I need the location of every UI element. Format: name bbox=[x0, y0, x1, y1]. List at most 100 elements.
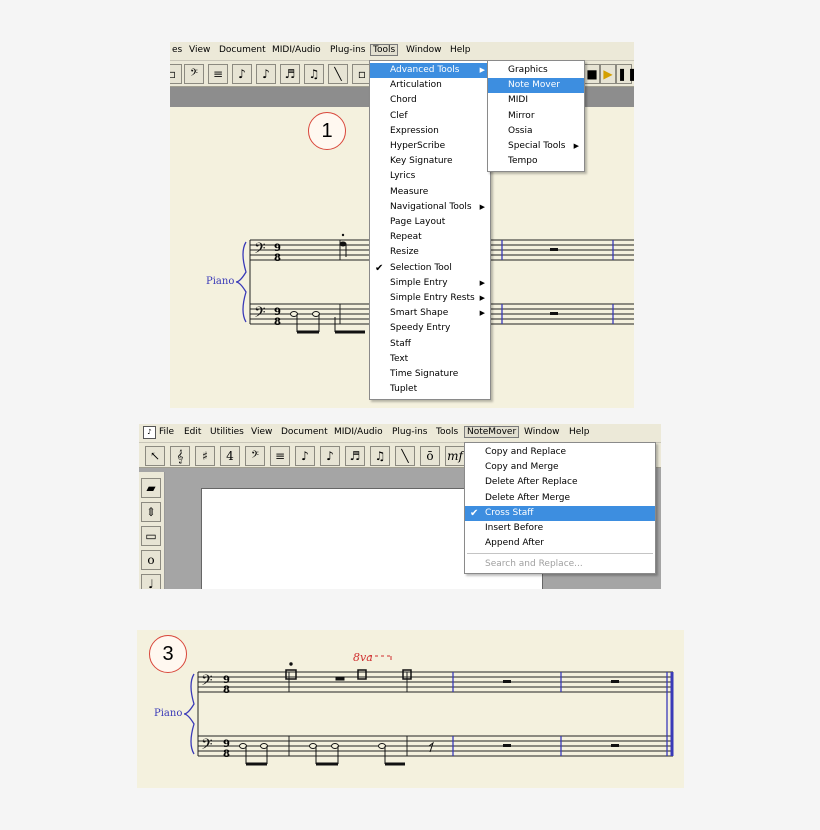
menu-item-chord[interactable]: Chord bbox=[370, 93, 490, 108]
smart-shape-icon[interactable]: ╲ bbox=[395, 446, 415, 466]
menu-item-label: Special Tools bbox=[508, 141, 566, 151]
menu-item-clef[interactable]: Clef bbox=[370, 109, 490, 124]
menu-item-label: Clef bbox=[390, 110, 408, 121]
menu-item-label: Tuplet bbox=[390, 384, 418, 395]
menu-item-cross-staff[interactable]: Cross Staff ✔ bbox=[465, 505, 655, 521]
menu-item-label: Note Mover bbox=[508, 80, 561, 91]
checkmark-icon: ✔ bbox=[470, 507, 479, 519]
menu-item-speedy-entry[interactable]: Speedy Entry bbox=[370, 321, 490, 336]
selection-tool-icon[interactable]: ↖ bbox=[145, 446, 165, 466]
menu-item-measure[interactable]: Measure bbox=[370, 185, 490, 200]
menu-item-label: Page Layout bbox=[390, 217, 446, 227]
menu-item-label: Navigational Tools bbox=[390, 201, 472, 212]
menu-item-advanced-tools[interactable]: Advanced Tools ▶ bbox=[370, 63, 490, 78]
stepper-icon[interactable]: ⇕ bbox=[141, 502, 161, 522]
eraser-icon[interactable]: ▰ bbox=[141, 478, 161, 498]
menu-help[interactable]: Help bbox=[569, 427, 590, 437]
menu-item-repeat[interactable]: Repeat bbox=[370, 230, 490, 245]
menu-item-label: Time Signature bbox=[390, 369, 459, 379]
app-icon: ♪ bbox=[143, 426, 156, 439]
menu-item-text[interactable]: Text bbox=[370, 352, 490, 367]
menu-item-tuplet[interactable]: Tuplet bbox=[370, 382, 490, 397]
staff-tool-icon[interactable]: ≡ bbox=[270, 446, 290, 466]
menu-edit[interactable]: Edit bbox=[184, 427, 201, 437]
menu-window[interactable]: Window bbox=[524, 427, 560, 437]
submenu-arrow-icon: ▶ bbox=[479, 66, 485, 74]
menu-item-resize[interactable]: Resize bbox=[370, 245, 490, 260]
menu-item-expression[interactable]: Expression bbox=[370, 124, 490, 139]
menu-item-smart-shape[interactable]: Smart Shape ▶ bbox=[370, 306, 490, 321]
tool-palette: ▰ ⇕ ▭ o ♩ bbox=[139, 472, 165, 589]
menu-item-label: Copy and Merge bbox=[485, 462, 559, 473]
menu-item-label: MIDI bbox=[508, 95, 529, 106]
menu-file[interactable]: File bbox=[159, 427, 174, 437]
menu-item-staff[interactable]: Staff bbox=[370, 337, 490, 352]
menu-notemover[interactable]: NoteMover bbox=[464, 426, 520, 438]
menu-plug-ins[interactable]: Plug-ins bbox=[392, 427, 428, 437]
menu-item-label: Expression bbox=[390, 125, 439, 136]
menu-item-navigational-tools[interactable]: Navigational Tools ▶ bbox=[370, 200, 490, 215]
whole-note-icon[interactable]: o bbox=[141, 550, 161, 570]
treble-clef-tool-icon[interactable]: 𝄞 bbox=[170, 446, 190, 466]
hyperscribe-icon[interactable]: ♬ bbox=[345, 446, 365, 466]
menu-item-insert-before[interactable]: Insert Before bbox=[465, 521, 655, 536]
rest-icon[interactable]: ▭ bbox=[141, 526, 161, 546]
menu-item-copy-and-merge[interactable]: Copy and Merge bbox=[465, 460, 655, 475]
menu-item-hyperscribe[interactable]: HyperScribe bbox=[370, 139, 490, 154]
menu-item-label: Insert Before bbox=[485, 523, 544, 533]
menu-item-label: Text bbox=[390, 353, 409, 364]
expression-icon[interactable]: mf bbox=[445, 446, 465, 466]
svg-text:𝄢: 𝄢 bbox=[201, 672, 213, 693]
menu-item-label: Staff bbox=[390, 338, 411, 349]
menu-item-page-layout[interactable]: Page Layout bbox=[370, 215, 490, 230]
tuplet-tool-icon[interactable]: ♫ bbox=[370, 446, 390, 466]
menu-item-search-and-replace: Search and Replace... bbox=[465, 557, 655, 572]
menu-item-graphics[interactable]: Graphics bbox=[488, 63, 584, 78]
menu-item-label: HyperScribe bbox=[390, 141, 446, 151]
menu-item-label: Ossia bbox=[508, 125, 533, 136]
menu-item-special-tools[interactable]: Special Tools ▶ bbox=[488, 139, 584, 154]
bass-clef-tool-icon[interactable]: 𝄢 bbox=[245, 446, 265, 466]
menu-item-tempo[interactable]: Tempo bbox=[488, 154, 584, 169]
tools-menu: Advanced Tools ▶ Articulation Chord Clef Expr… bbox=[369, 60, 491, 400]
time-signature-icon[interactable]: 4 bbox=[220, 446, 240, 466]
menu-view[interactable]: View bbox=[251, 427, 272, 437]
menu-item-label: Selection Tool bbox=[390, 262, 452, 273]
menu-item-append-after[interactable]: Append After bbox=[465, 536, 655, 551]
speedy-entry-icon[interactable]: ♪ bbox=[320, 446, 340, 466]
menu-item-copy-and-replace[interactable]: Copy and Replace bbox=[465, 445, 655, 460]
menu-document[interactable]: Document bbox=[281, 427, 328, 437]
menu-item-time-signature[interactable]: Time Signature bbox=[370, 367, 490, 382]
menu-item-delete-after-merge[interactable]: Delete After Merge bbox=[465, 491, 655, 506]
menu-item-lyrics[interactable]: Lyrics bbox=[370, 169, 490, 184]
menu-item-label: Repeat bbox=[390, 232, 422, 243]
menu-item-mirror[interactable]: Mirror bbox=[488, 109, 584, 124]
menu-tools[interactable]: Tools bbox=[436, 427, 458, 437]
checkmark-icon: ✔ bbox=[375, 262, 384, 274]
menu-item-delete-after-replace[interactable]: Delete After Replace bbox=[465, 475, 655, 490]
ottava-mark: 8va bbox=[353, 651, 373, 664]
menu-item-ossia[interactable]: Ossia bbox=[488, 124, 584, 139]
menu-item-simple-entry[interactable]: Simple Entry ▶ bbox=[370, 276, 490, 291]
menu-item-selection-tool[interactable]: Selection Tool ✔ bbox=[370, 261, 490, 276]
submenu-arrow-icon: ▶ bbox=[573, 142, 579, 150]
menu-item-label: Cross Staff bbox=[485, 507, 534, 518]
panel-result-score: 3 Piano 𝄢 𝄢 9 8 9 8 8va bbox=[137, 630, 684, 788]
panel-tools-menu: es View Document MIDI/Audio Plug-ins Too… bbox=[170, 42, 634, 408]
menu-item-simple-entry-rests[interactable]: Simple Entry Rests ▶ bbox=[370, 291, 490, 306]
menu-item-label: Mirror bbox=[508, 110, 535, 121]
menu-item-articulation[interactable]: Articulation bbox=[370, 78, 490, 93]
menu-item-midi[interactable]: MIDI bbox=[488, 93, 584, 108]
menu-item-note-mover[interactable]: Note Mover bbox=[488, 78, 584, 94]
menubar: ♪ File Edit Utilities View Document MIDI… bbox=[139, 424, 661, 443]
key-signature-icon[interactable]: ♯ bbox=[195, 446, 215, 466]
svg-text:𝄢: 𝄢 bbox=[201, 736, 213, 757]
menu-utilities[interactable]: Utilities bbox=[210, 427, 244, 437]
articulation-icon[interactable]: ō bbox=[420, 446, 440, 466]
menu-item-label: Articulation bbox=[390, 80, 442, 91]
menu-item-label: Simple Entry Rests bbox=[390, 293, 475, 303]
menu-midi-audio[interactable]: MIDI/Audio bbox=[334, 427, 383, 437]
half-note-icon[interactable]: ♩ bbox=[141, 574, 161, 589]
menu-item-key-signature[interactable]: Key Signature bbox=[370, 154, 490, 169]
note-tool-icon[interactable]: ♪ bbox=[295, 446, 315, 466]
